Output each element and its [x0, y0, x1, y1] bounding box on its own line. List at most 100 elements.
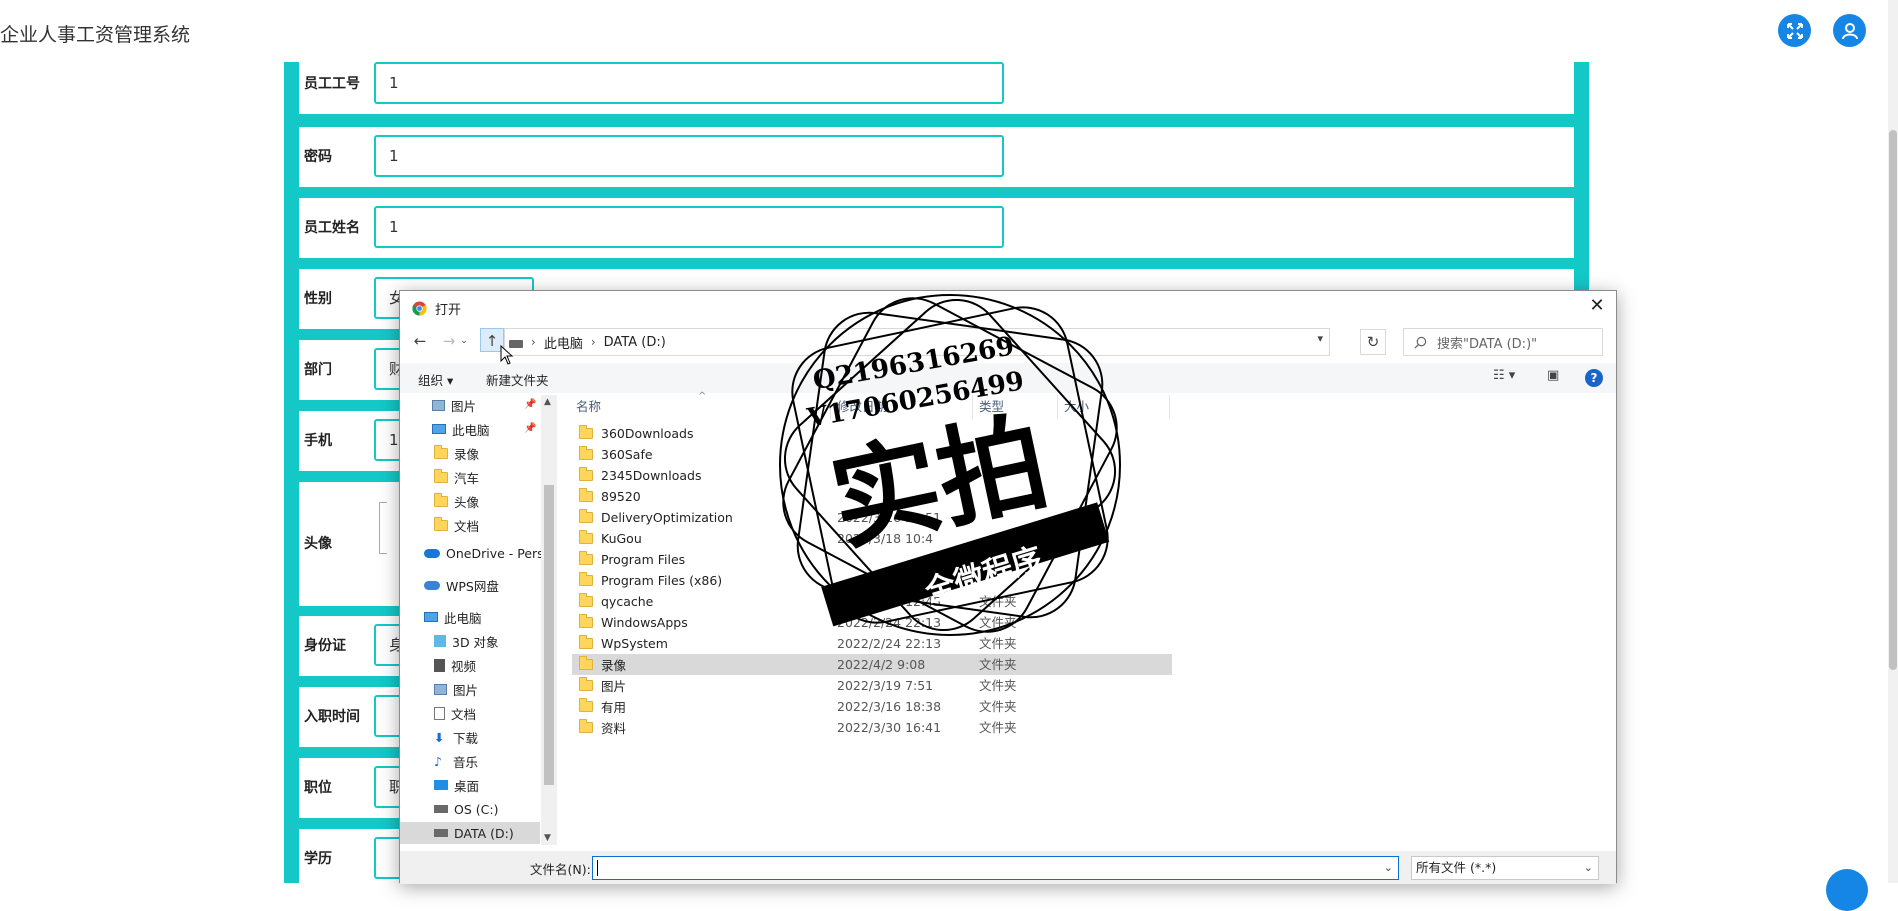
nav-item-this-pc[interactable]: 此电脑	[424, 606, 482, 628]
form-row-employee-id: 员工工号 1	[299, 54, 1574, 114]
employee-id-input[interactable]: 1	[374, 62, 1004, 104]
nav-item-pictures-pinned[interactable]: 图片	[432, 395, 476, 416]
table-row[interactable]: 360Safe	[572, 444, 1172, 465]
filename-bar: 文件名(N): ⌄ 所有文件 (*.*) ⌄	[400, 851, 1616, 884]
form-label: 性别	[304, 291, 332, 307]
chevron-down-icon[interactable]: ⌄	[1384, 861, 1393, 874]
computer-icon	[424, 612, 438, 622]
nav-item-wps-cloud[interactable]: WPS网盘	[424, 574, 499, 596]
dialog-titlebar: 打开	[412, 296, 461, 320]
command-bar: 组织 ▾ 新建文件夹 ☷ ▾ ▣ ?	[400, 363, 1616, 393]
nav-item-videos[interactable]: 视频	[434, 654, 476, 676]
column-header-type[interactable]: 类型	[979, 395, 1004, 419]
column-header-date[interactable]: 修改日期	[837, 395, 887, 419]
chevron-down-icon: ⌄	[1583, 861, 1593, 874]
help-icon[interactable]: ?	[1585, 369, 1603, 387]
pin-icon: 📌	[524, 399, 537, 410]
table-row-selected[interactable]: 录像 2022/4/2 9:08 文件夹	[572, 654, 1172, 675]
chevron-down-icon: ⌄	[460, 336, 468, 346]
table-row[interactable]: DeliveryOptimization 2022/3/16 21:51	[572, 507, 1172, 528]
nav-item-data-d[interactable]: DATA (D:)	[400, 822, 540, 844]
employee-name-input[interactable]: 1	[374, 206, 1004, 248]
new-folder-button[interactable]: 新建文件夹	[486, 370, 549, 389]
folder-icon	[579, 467, 593, 481]
recent-locations-button[interactable]: ⌄	[458, 329, 470, 353]
form-label: 员工工号	[304, 76, 360, 92]
breadcrumb-separator-icon: ›	[531, 335, 536, 349]
drive-icon	[434, 829, 448, 837]
nav-item-this-pc-pinned[interactable]: 此电脑	[432, 418, 490, 440]
scroll-up-icon[interactable]: ▲	[544, 397, 551, 407]
nav-item-music[interactable]: ♪ 音乐	[434, 750, 478, 772]
nav-item-downloads[interactable]: ⬇ 下载	[434, 726, 478, 748]
dialog-title: 打开	[435, 302, 462, 318]
pictures-icon	[434, 683, 447, 695]
preview-pane-icon[interactable]: ▣	[1547, 368, 1559, 383]
floating-action-button[interactable]	[1826, 869, 1868, 911]
app-title: 企业人事工资管理系统	[0, 24, 191, 46]
breadcrumb-data-drive[interactable]: DATA (D:)	[604, 335, 666, 350]
page-scrollbar[interactable]	[1888, 0, 1898, 883]
folder-icon	[579, 425, 593, 439]
table-row[interactable]: WpSystem 2022/2/24 22:13 文件夹	[572, 633, 1172, 654]
table-row[interactable]: Program Files	[572, 549, 1172, 570]
folder-icon	[579, 509, 593, 523]
onedrive-icon	[424, 548, 440, 558]
column-header-size[interactable]: 大小	[1064, 395, 1089, 419]
table-row[interactable]: 89520	[572, 486, 1172, 507]
organize-button[interactable]: 组织 ▾	[418, 370, 453, 389]
nav-item-documents[interactable]: 文档	[434, 702, 476, 724]
form-label: 身份证	[304, 638, 346, 654]
filename-input[interactable]: ⌄	[592, 856, 1399, 880]
file-type-select[interactable]: 所有文件 (*.*) ⌄	[1411, 856, 1599, 880]
table-row[interactable]: WindowsApps 2022/2/24 22:13 文件夹	[572, 612, 1172, 633]
nav-item-onedrive[interactable]: OneDrive - Perso	[424, 542, 551, 564]
scroll-down-icon[interactable]: ▼	[544, 833, 551, 843]
nav-pane-scrollbar[interactable]: ▲ ▼	[541, 395, 557, 845]
downloads-icon: ⬇	[434, 729, 445, 745]
table-row[interactable]: Program Files (x86)	[572, 570, 1172, 591]
column-header-name[interactable]: 名称	[576, 395, 601, 419]
nav-item-desktop[interactable]: 桌面	[434, 774, 479, 796]
table-row[interactable]: 2345Downloads	[572, 465, 1172, 486]
chevron-down-icon[interactable]: ▾	[1317, 332, 1323, 345]
view-options-icon[interactable]: ☷ ▾	[1493, 368, 1515, 383]
folder-icon	[579, 719, 593, 733]
folder-icon	[579, 635, 593, 649]
refresh-icon: ↻	[1366, 333, 1380, 351]
folder-icon	[579, 677, 593, 691]
nav-item-docs[interactable]: 文档	[434, 514, 479, 536]
nav-item-os-c[interactable]: OS (C:)	[434, 798, 498, 820]
folder-icon	[579, 446, 593, 460]
arrow-up-icon: ↑	[485, 332, 499, 350]
back-button[interactable]: ←	[408, 329, 432, 353]
nav-item-avatar[interactable]: 头像	[434, 490, 479, 512]
search-input[interactable]: 搜索"DATA (D:)"	[1403, 328, 1603, 356]
address-bar[interactable]: › 此电脑 › DATA (D:) ▾	[504, 328, 1330, 356]
table-row[interactable]: 资料 2022/3/30 16:41 文件夹	[572, 717, 1172, 738]
nav-item-3d-objects[interactable]: 3D 对象	[434, 630, 499, 652]
folder-icon	[434, 492, 448, 507]
table-row[interactable]: qycache 2022/3/30 12:45 文件夹	[572, 591, 1172, 612]
form-row-employee-name: 员工姓名 1	[299, 198, 1574, 258]
table-row[interactable]: 360Downloads	[572, 423, 1172, 444]
close-button[interactable]: ✕	[1584, 294, 1610, 318]
nav-item-pictures[interactable]: 图片	[434, 678, 478, 700]
music-icon: ♪	[434, 753, 442, 769]
table-row[interactable]: 图片 2022/3/19 7:51 文件夹	[572, 675, 1172, 696]
password-input[interactable]: 1	[374, 135, 1004, 177]
mouse-cursor-icon	[500, 345, 514, 365]
drive-icon	[434, 805, 448, 813]
computer-icon	[432, 424, 446, 434]
fullscreen-button[interactable]	[1778, 14, 1811, 47]
table-row[interactable]: 有用 2022/3/16 18:38 文件夹	[572, 696, 1172, 717]
nav-item-recordings[interactable]: 录像	[434, 442, 479, 464]
table-row[interactable]: KuGou 2022/3/18 10:4	[572, 528, 1172, 549]
nav-item-car[interactable]: 汽车	[434, 466, 479, 488]
user-button[interactable]	[1833, 14, 1866, 47]
navigation-bar: ← → ⌄ ↑ › 此电脑 › DATA (D:) ▾ ↻ 搜索"DATA (D…	[400, 325, 1616, 357]
refresh-button[interactable]: ↻	[1360, 329, 1386, 355]
breadcrumb-this-pc[interactable]: 此电脑	[544, 333, 583, 352]
avatar-upload[interactable]	[379, 502, 387, 554]
chrome-icon	[412, 300, 427, 316]
